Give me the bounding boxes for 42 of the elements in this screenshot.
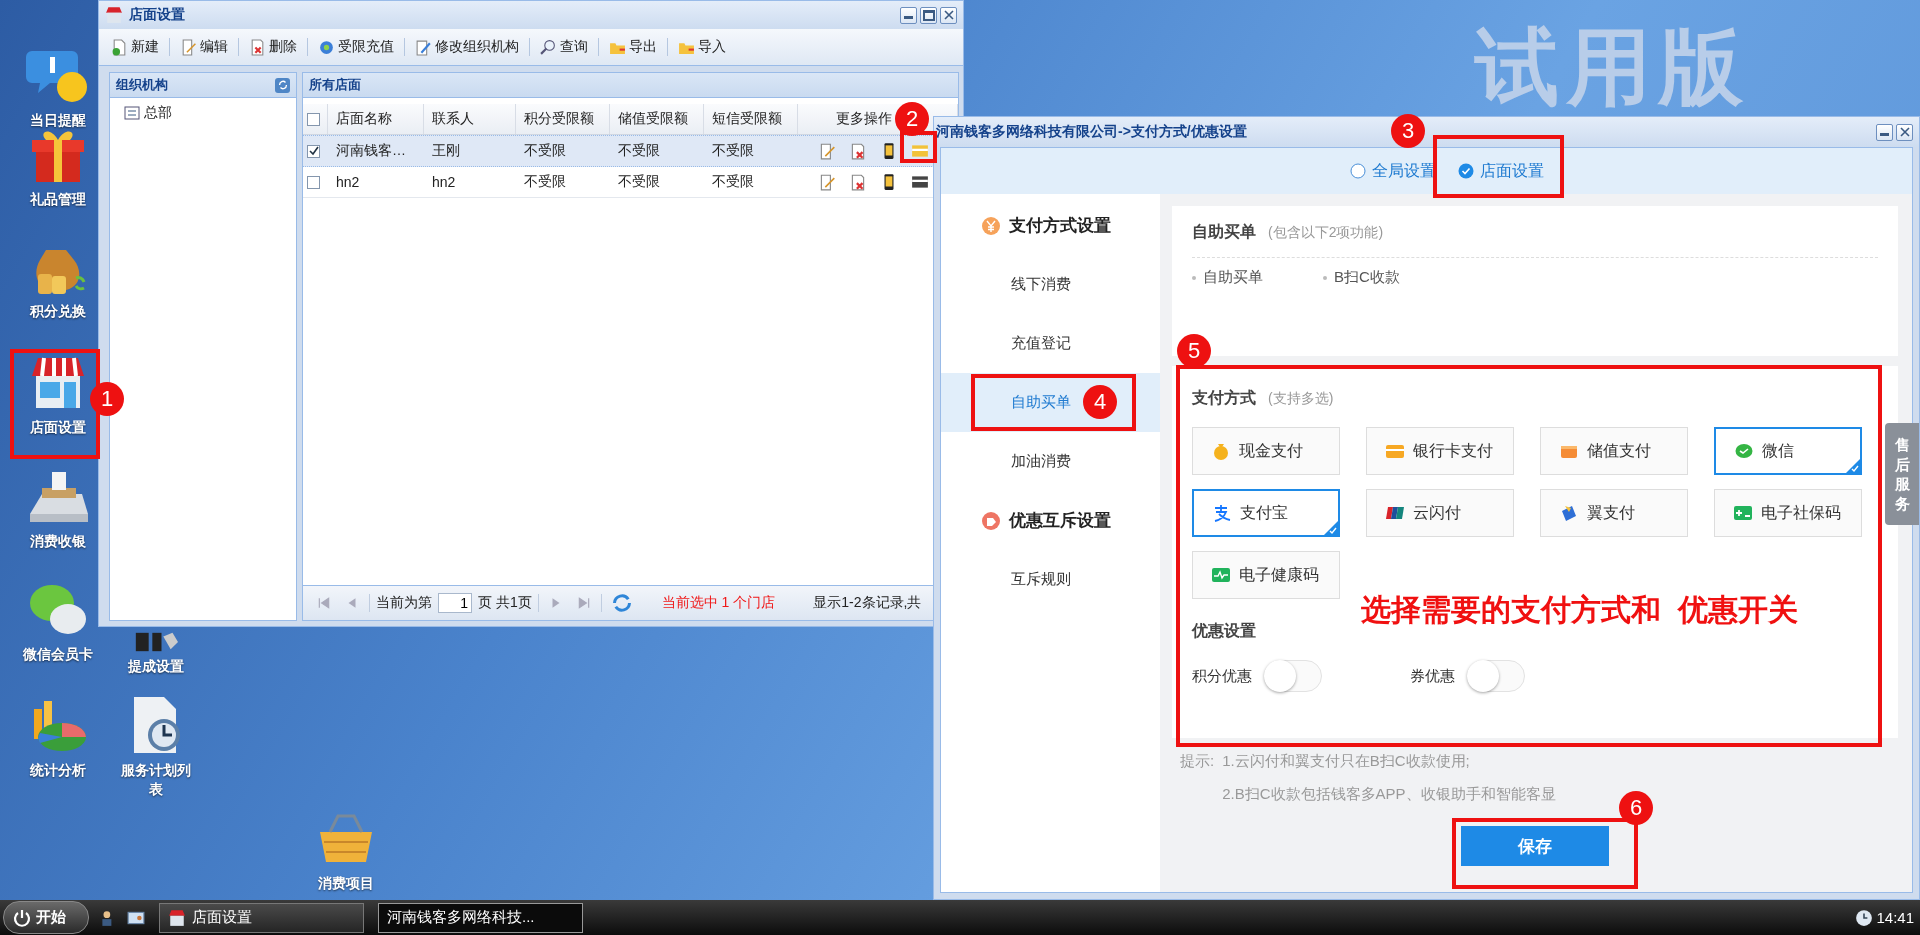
column-header: 更多操作	[836, 110, 892, 128]
table-cell: hn2	[432, 174, 456, 190]
column-header: 积分受限额	[524, 110, 594, 128]
step-number: 4	[1083, 385, 1117, 419]
callout-text: 选择需要的支付方式和 优惠开关	[1361, 592, 1798, 628]
section-title: 优惠设置	[1192, 621, 1257, 641]
section-title: 支付方式	[1192, 388, 1256, 408]
column-header: 店面名称	[336, 110, 392, 128]
toggle-label: 券优惠	[1410, 666, 1455, 686]
page-label: 当前为第	[376, 594, 432, 612]
feature-item: 自助买单	[1192, 268, 1263, 287]
table-cell: 不受限	[524, 142, 566, 160]
table-cell: 不受限	[618, 142, 660, 160]
table-cell: 不受限	[618, 173, 660, 191]
section-note: (包含以下2项功能)	[1268, 224, 1384, 242]
section-note: (支持多选)	[1268, 390, 1334, 408]
table-cell: 不受限	[712, 173, 754, 191]
page-count: 页 共1页	[478, 594, 532, 612]
tips-label: 提示:	[1180, 752, 1215, 771]
panel-title: 所有店面	[309, 76, 361, 94]
tip-text: 1.云闪付和翼支付只在B扫C收款使用;	[1222, 752, 1471, 771]
record-summary: 显示1-2条记录,共	[813, 594, 922, 612]
table-cell: 河南钱客…	[336, 142, 406, 160]
nav-group-title: 支付方式设置	[1009, 215, 1111, 237]
tip-text: 2.B扫C收款包括钱客多APP、收银助手和智能客显	[1222, 785, 1556, 804]
step-number: 1	[90, 382, 124, 416]
wallpaper-text: 试用版	[1475, 22, 1751, 112]
toggle-label: 积分优惠	[1192, 666, 1252, 686]
column-header: 储值受限额	[618, 110, 688, 128]
table-cell: hn2	[336, 174, 360, 190]
selection-status: 当前选中 1 个门店	[661, 594, 776, 612]
table-cell: 不受限	[712, 142, 754, 160]
table-cell: 王刚	[432, 142, 460, 160]
feature-item: B扫C收款	[1323, 268, 1400, 287]
nav-group-title: 优惠互斥设置	[1009, 510, 1111, 532]
column-header: 短信受限额	[712, 110, 782, 128]
panel-title: 组织机构	[116, 76, 168, 94]
column-header: 联系人	[432, 110, 474, 128]
table-cell: 不受限	[524, 173, 566, 191]
window-title: 店面设置	[129, 6, 185, 24]
clock-time: 14:41	[1876, 909, 1914, 926]
section-title: 自助买单	[1192, 222, 1256, 242]
